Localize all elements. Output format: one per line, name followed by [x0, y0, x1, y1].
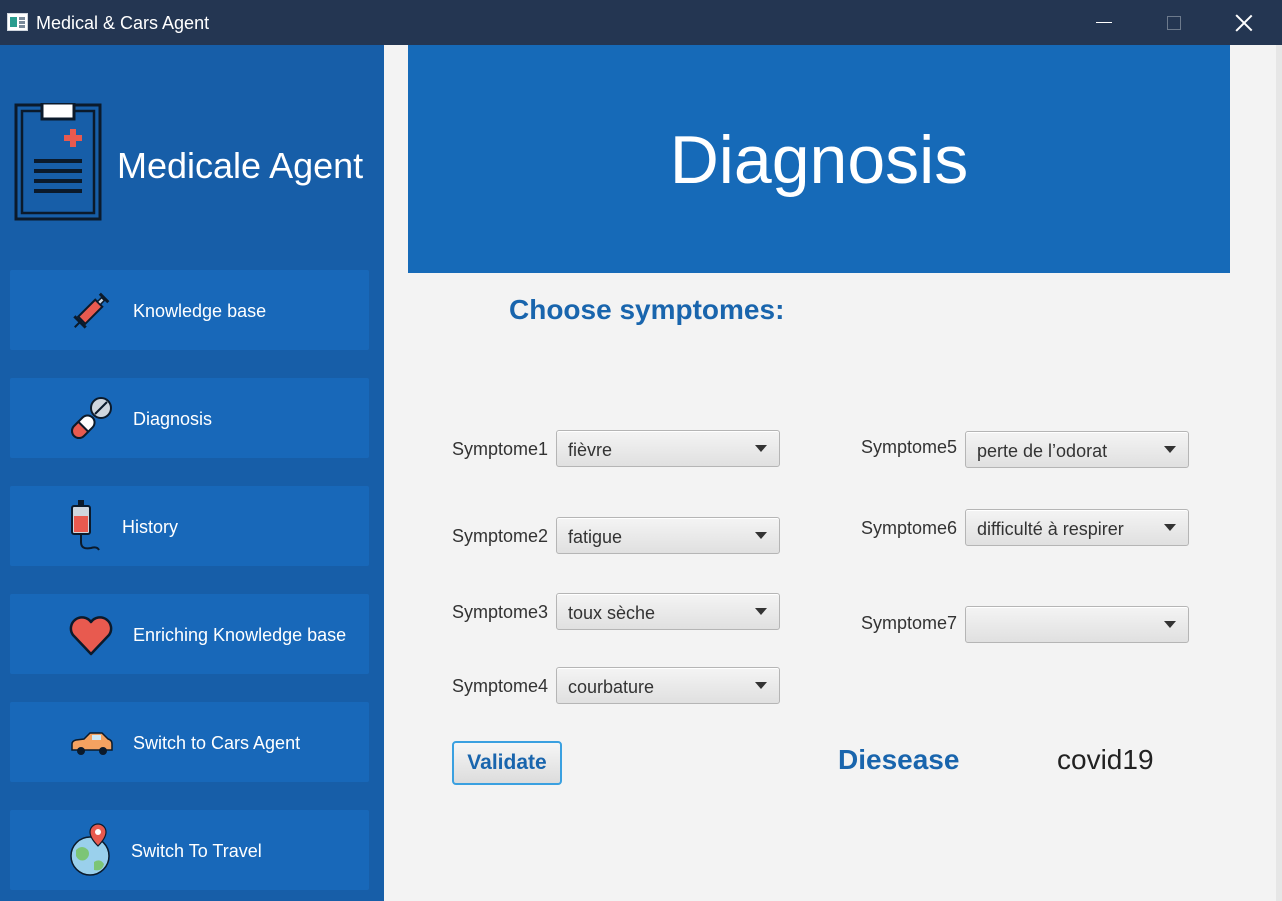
select-value: fièvre	[568, 440, 613, 460]
brand-title: Medicale Agent	[117, 145, 364, 186]
disease-result: covid19	[1057, 744, 1154, 775]
minimize-button[interactable]	[1069, 0, 1139, 45]
sidebar: Medicale Agent Knowledge base Diagnosis	[0, 45, 384, 901]
symptom1-select[interactable]: fièvre	[556, 430, 780, 467]
sidebar-item-label: Knowledge base	[133, 301, 267, 321]
window-edge	[1276, 45, 1282, 901]
close-icon	[1235, 14, 1253, 32]
window-title: Medical & Cars Agent	[36, 13, 210, 33]
symptom3-select[interactable]: toux sèche	[556, 593, 780, 630]
chevron-down-icon	[755, 608, 767, 615]
maximize-button[interactable]	[1139, 0, 1209, 45]
symptom-label: Symptome4	[452, 676, 549, 696]
minimize-icon	[1096, 22, 1112, 23]
sidebar-item-label: Switch To Travel	[131, 841, 262, 861]
chevron-down-icon	[1164, 524, 1176, 531]
symptom5-select[interactable]: perte de l’odorat	[965, 431, 1189, 468]
validate-button[interactable]: Validate	[452, 741, 562, 785]
symptom2-select[interactable]: fatigue	[556, 517, 780, 554]
select-value: courbature	[568, 677, 655, 697]
select-value: perte de l’odorat	[977, 441, 1108, 461]
symptom6-select[interactable]: difficulté à respirer	[965, 509, 1189, 546]
sidebar-item-label: History	[122, 517, 179, 537]
globe-pin-icon	[70, 823, 110, 876]
header-banner: Diagnosis	[408, 45, 1230, 273]
sidebar-item-switch-to-cars-agent[interactable]: Switch to Cars Agent	[10, 702, 369, 782]
title-bar: Medical & Cars Agent	[0, 0, 1282, 45]
sidebar-item-label: Diagnosis	[133, 409, 213, 429]
chevron-down-icon	[755, 682, 767, 689]
sidebar-item-label: Enriching Knowledge base	[133, 625, 347, 645]
sidebar-item-history[interactable]: History	[10, 486, 369, 566]
symptom-label: Symptome5	[861, 437, 958, 457]
chevron-down-icon	[1164, 621, 1176, 628]
select-value: toux sèche	[568, 603, 656, 623]
car-icon	[71, 732, 113, 755]
app-icon	[7, 13, 28, 31]
pills-icon	[71, 397, 112, 439]
sidebar-item-diagnosis[interactable]: Diagnosis	[10, 378, 369, 458]
symptom-label: Symptome7	[861, 613, 958, 633]
blood-bag-icon	[71, 500, 100, 551]
chevron-down-icon	[755, 532, 767, 539]
symptom4-select[interactable]: courbature	[556, 667, 780, 704]
disease-label: Diesease	[838, 744, 960, 775]
sidebar-item-enriching-knowledge-base[interactable]: Enriching Knowledge base	[10, 594, 369, 674]
chevron-down-icon	[755, 445, 767, 452]
sidebar-item-switch-to-travel[interactable]: Switch To Travel	[10, 810, 369, 890]
symptom-label: Symptome1	[452, 439, 549, 459]
maximize-icon	[1167, 15, 1181, 30]
heart-icon	[69, 616, 113, 656]
syringe-icon	[73, 292, 110, 329]
close-button[interactable]	[1209, 0, 1279, 45]
symptom-label: Symptome2	[452, 526, 549, 546]
select-value: fatigue	[568, 527, 623, 547]
symptom-label: Symptome3	[452, 602, 549, 622]
chevron-down-icon	[1164, 446, 1176, 453]
page-title: Diagnosis	[669, 122, 969, 198]
section-title: Choose symptomes:	[509, 294, 785, 325]
select-value: difficulté à respirer	[977, 519, 1124, 539]
clipboard-icon	[14, 103, 102, 221]
sidebar-item-label: Switch to Cars Agent	[133, 733, 301, 753]
symptom-label: Symptome6	[861, 518, 958, 538]
sidebar-item-knowledge-base[interactable]: Knowledge base	[10, 270, 369, 350]
symptom7-select[interactable]	[965, 606, 1189, 643]
